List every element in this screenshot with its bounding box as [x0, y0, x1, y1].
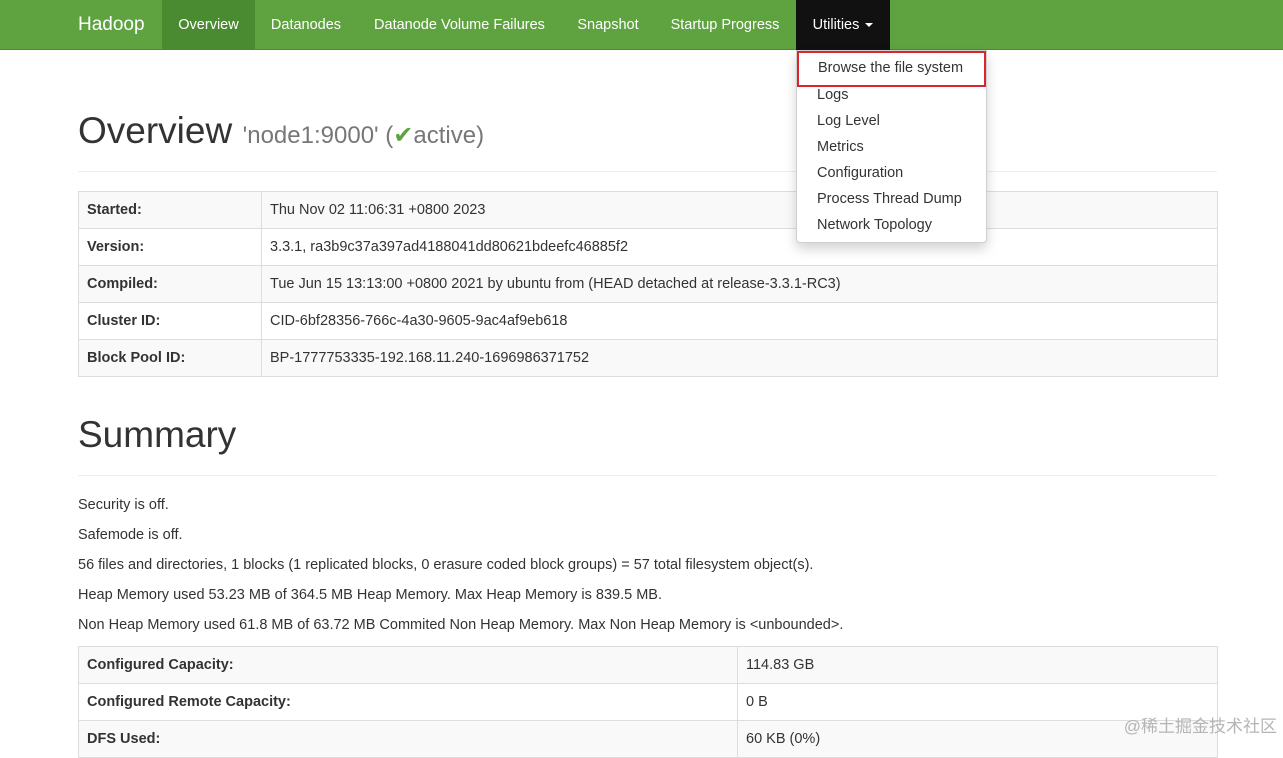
table-row: Configured Remote Capacity: 0 B — [78, 683, 1218, 721]
overview-title: Overview — [78, 110, 233, 151]
row-key: DFS Used: — [78, 720, 738, 758]
row-value: CID-6bf28356-766c-4a30-9605-9ac4af9eb618 — [261, 302, 1218, 340]
nav-utilities-dropdown[interactable]: Utilities — [796, 0, 890, 50]
watermark: @稀土掘金技术社区 — [1123, 717, 1277, 736]
menu-process-thread-dump[interactable]: Process Thread Dump — [797, 186, 986, 212]
overview-node-status: 'node1:9000' (✔active) — [243, 122, 484, 149]
row-key: Cluster ID: — [78, 302, 262, 340]
check-icon: ✔ — [393, 122, 414, 149]
table-row: Compiled: Tue Jun 15 13:13:00 +0800 2021… — [78, 265, 1218, 303]
status-suffix: ) — [476, 122, 485, 149]
caret-down-icon — [865, 23, 874, 28]
table-row: Cluster ID: CID-6bf28356-766c-4a30-9605-… — [78, 302, 1218, 340]
table-row: Started: Thu Nov 02 11:06:31 +0800 2023 — [78, 191, 1218, 229]
overview-heading: Overview 'node1:9000' (✔active) — [78, 110, 484, 152]
row-key: Compiled: — [78, 265, 262, 303]
summary-title: Summary — [78, 414, 237, 455]
row-value: Thu Nov 02 11:06:31 +0800 2023 — [261, 191, 1218, 229]
row-key: Version: — [78, 228, 262, 266]
nav-datanode-volume-failures[interactable]: Datanode Volume Failures — [357, 0, 562, 50]
row-value: 3.3.1, ra3b9c37a397ad4188041dd80621bdeef… — [261, 228, 1218, 266]
row-value: BP-1777753335-192.168.11.240-16969863717… — [261, 339, 1218, 377]
menu-configuration[interactable]: Configuration — [797, 160, 986, 186]
divider — [78, 171, 1217, 172]
summary-non-heap-memory: Non Heap Memory used 61.8 MB of 63.72 MB… — [78, 617, 844, 633]
summary-safemode: Safemode is off. — [78, 527, 183, 543]
overview-table: Started: Thu Nov 02 11:06:31 +0800 2023 … — [78, 191, 1218, 377]
status-active: active — [413, 122, 477, 149]
table-row: DFS Used: 60 KB (0%) — [78, 720, 1218, 758]
summary-filesystem-objects: 56 files and directories, 1 blocks (1 re… — [78, 557, 814, 573]
row-value: 114.83 GB — [737, 646, 1218, 684]
row-key: Started: — [78, 191, 262, 229]
menu-metrics[interactable]: Metrics — [797, 134, 986, 160]
top-navbar: Hadoop Overview Datanodes Datanode Volum… — [0, 0, 1283, 50]
menu-network-topology[interactable]: Network Topology — [797, 212, 986, 238]
summary-security: Security is off. — [78, 497, 169, 513]
nav-snapshot[interactable]: Snapshot — [562, 0, 654, 50]
table-row: Block Pool ID: BP-1777753335-192.168.11.… — [78, 339, 1218, 377]
row-key: Configured Remote Capacity: — [78, 683, 738, 721]
menu-log-level[interactable]: Log Level — [797, 108, 986, 134]
nav-startup-progress[interactable]: Startup Progress — [654, 0, 796, 50]
row-key: Configured Capacity: — [78, 646, 738, 684]
menu-logs[interactable]: Logs — [797, 82, 986, 108]
table-row: Configured Capacity: 114.83 GB — [78, 646, 1218, 684]
summary-table: Configured Capacity: 114.83 GB Configure… — [78, 646, 1218, 758]
divider — [78, 475, 1217, 476]
nav-datanodes[interactable]: Datanodes — [255, 0, 357, 50]
nav-utilities-label: Utilities — [812, 17, 860, 33]
table-row: Version: 3.3.1, ra3b9c37a397ad4188041dd8… — [78, 228, 1218, 266]
utilities-dropdown-menu: Browse the file system Logs Log Level Me… — [796, 50, 987, 243]
row-key: Block Pool ID: — [78, 339, 262, 377]
summary-heap-memory: Heap Memory used 53.23 MB of 364.5 MB He… — [78, 587, 663, 603]
nav-overview[interactable]: Overview — [162, 0, 255, 50]
brand-logo[interactable]: Hadoop — [78, 0, 145, 50]
row-value: Tue Jun 15 13:13:00 +0800 2021 by ubuntu… — [261, 265, 1218, 303]
node-address: 'node1:9000' ( — [242, 122, 394, 149]
